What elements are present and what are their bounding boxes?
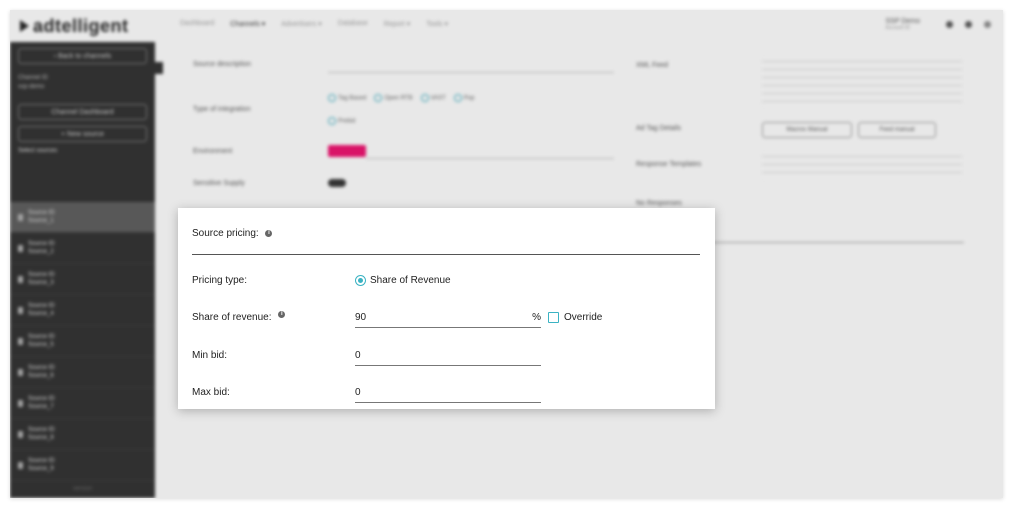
checkbox-icon[interactable] <box>548 312 559 323</box>
app-window: adtelligent ‹ Back to channels Channel I… <box>10 10 1003 498</box>
max-bid-label: Max bid: <box>192 387 230 398</box>
share-of-revenue-value: 90 <box>355 312 367 323</box>
share-of-revenue-label: Share of revenue: i <box>192 311 286 323</box>
radio-selected-icon[interactable] <box>355 275 366 286</box>
pricing-type-value: Share of Revenue <box>370 275 451 286</box>
min-bid-input[interactable]: 0 <box>355 350 541 366</box>
source-pricing-title-text: Source pricing: <box>192 228 259 239</box>
radio-dot <box>358 278 363 283</box>
title-divider <box>192 254 700 255</box>
pricing-type-radio[interactable]: Share of Revenue <box>355 275 451 286</box>
override-checkbox[interactable]: Override <box>548 312 602 323</box>
share-of-revenue-label-text: Share of revenue: <box>192 312 272 323</box>
max-bid-value: 0 <box>355 387 361 398</box>
override-label: Override <box>564 312 603 323</box>
info-icon[interactable]: i <box>278 311 286 318</box>
min-bid-value: 0 <box>355 350 361 361</box>
percent-unit: % <box>532 312 541 323</box>
pricing-type-label: Pricing type: <box>192 275 248 286</box>
source-pricing-title: Source pricing: i <box>192 228 273 239</box>
share-of-revenue-input[interactable]: 90 % <box>355 312 541 328</box>
max-bid-input[interactable]: 0 <box>355 387 541 403</box>
source-pricing-modal: Source pricing: i Pricing type: Share of… <box>178 208 715 409</box>
info-icon[interactable]: i <box>265 229 273 237</box>
min-bid-label: Min bid: <box>192 350 228 361</box>
